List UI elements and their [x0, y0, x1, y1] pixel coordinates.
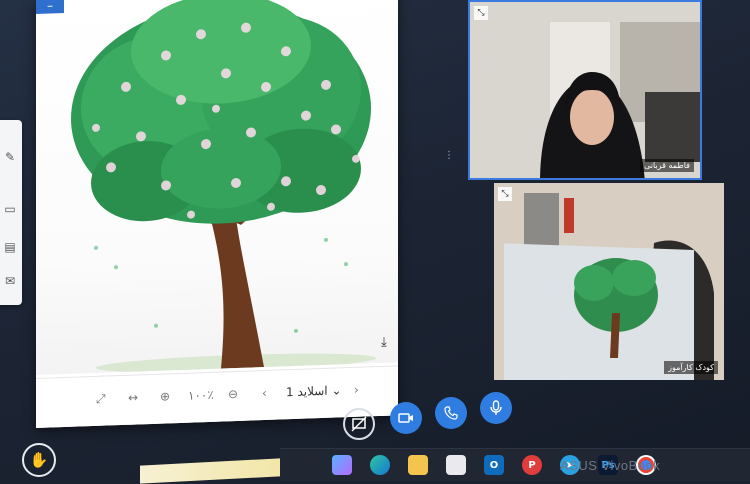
call-button[interactable]: [435, 397, 467, 429]
slide-label: اسلاید 1: [286, 383, 328, 400]
student-video-feed: [494, 183, 724, 380]
edge-icon[interactable]: [370, 455, 390, 475]
collapse-button[interactable]: –: [36, 0, 64, 14]
participant-name: کودک کارآموز: [664, 361, 718, 374]
screen-share-button[interactable]: [343, 408, 375, 440]
microphone-button[interactable]: [480, 392, 512, 424]
slide-viewer: – ⤓ ⤢ ↔ ⊕ ۱۰۰٪ ⊖ ‹ اسلاید 1 ⌄ ›: [36, 0, 398, 429]
zoom-level: ۱۰۰٪: [188, 387, 214, 403]
prev-slide-icon[interactable]: ‹: [262, 385, 267, 401]
message-tool-icon[interactable]: ✉: [2, 272, 18, 290]
taskbar: O P ➤ Ps: [280, 448, 750, 481]
pen-tool-icon[interactable]: ✎: [2, 148, 18, 166]
copilot-icon[interactable]: [332, 455, 352, 475]
slide-content: [36, 0, 398, 376]
hand-raise-icon: ✋: [29, 451, 49, 469]
teacher-video-feed: [470, 2, 700, 178]
whiteboard-tools: ✎ ▭ ▤ ✉: [0, 120, 22, 305]
next-slide-icon[interactable]: ›: [354, 382, 359, 398]
expand-icon[interactable]: ⤡: [498, 187, 512, 201]
microphone-icon: [490, 400, 502, 415]
hand-raise-button[interactable]: ✋: [22, 443, 56, 477]
camera-icon: [398, 413, 413, 423]
video-tile-student[interactable]: ⤡ کودک کارآموز: [494, 183, 724, 380]
store-icon[interactable]: [446, 455, 466, 475]
panel-resize-handle[interactable]: ⋮: [444, 150, 454, 161]
video-tile-teacher[interactable]: ⤡ فاطمه قربانی: [468, 0, 702, 180]
fit-width-icon[interactable]: ↔: [128, 389, 138, 405]
pinterest-icon[interactable]: P: [522, 455, 542, 475]
screen-share-off-icon: [351, 416, 367, 432]
download-icon[interactable]: ⤓: [376, 335, 392, 352]
text-tool-icon[interactable]: ▤: [2, 238, 18, 256]
chevron-down-icon: ⌄: [331, 383, 342, 398]
shape-tool-icon[interactable]: ▭: [2, 200, 18, 218]
slide-selector[interactable]: اسلاید 1 ⌄: [286, 382, 342, 400]
fullscreen-icon[interactable]: ⤢: [96, 391, 106, 407]
outlook-icon[interactable]: O: [484, 455, 504, 475]
participant-name: فاطمه قربانی: [640, 159, 694, 172]
expand-icon[interactable]: ⤡: [474, 6, 488, 20]
camera-button[interactable]: [390, 402, 422, 434]
tree-illustration: [71, 0, 376, 373]
phone-icon: [444, 406, 458, 420]
file-explorer-icon[interactable]: [408, 455, 428, 475]
desktop-screen: ✎ ▭ ▤ ✉ – ⤓ ⤢ ↔ ⊕ ۱۰۰٪ ⊖ ‹ اسلاید 1 ⌄ › …: [0, 0, 750, 484]
laptop-brand-label: ASUS VivoBook: [560, 458, 661, 473]
zoom-out-icon[interactable]: ⊖: [228, 386, 238, 402]
zoom-in-icon[interactable]: ⊕: [160, 388, 170, 404]
